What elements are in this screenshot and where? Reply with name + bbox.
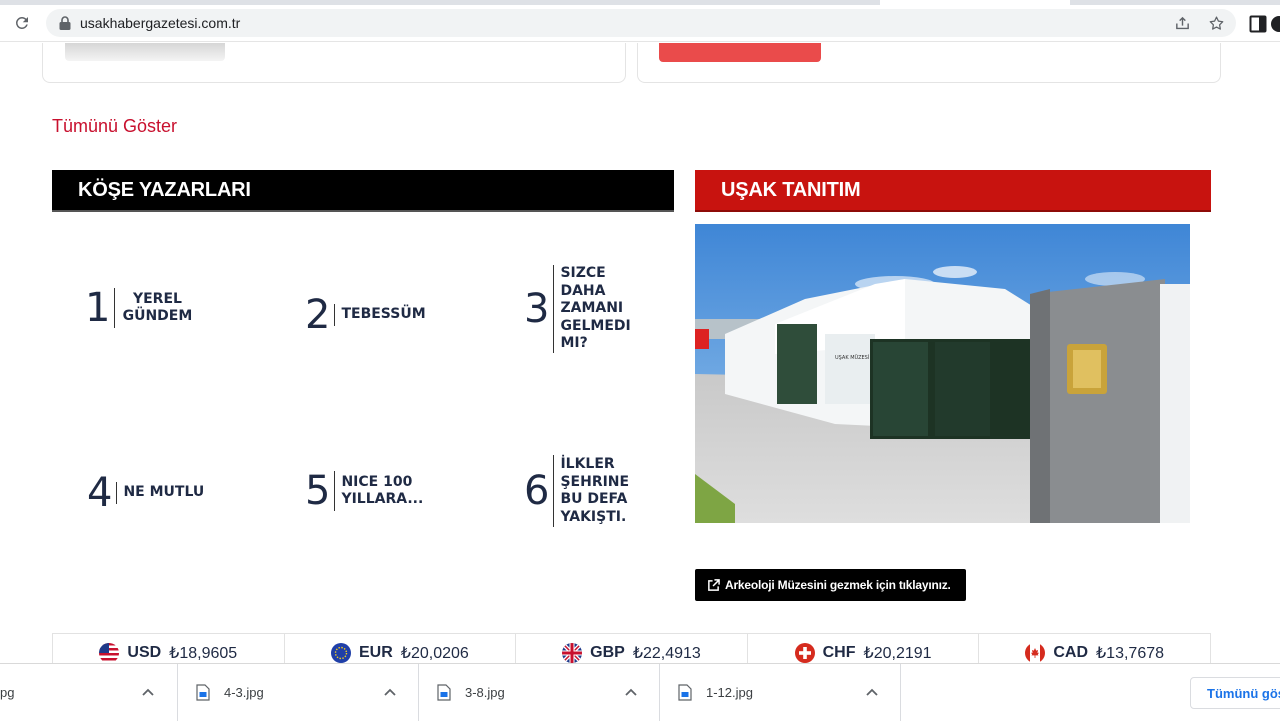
browser-toolbar: usakhabergazetesi.com.tr — [0, 5, 1280, 42]
lock-icon — [59, 16, 71, 30]
currency-gbp: GBP ₺22,4913 — [516, 634, 748, 663]
columnist-title[interactable]: NE MUTLU — [123, 484, 204, 502]
currency-code: CHF — [822, 644, 856, 661]
news-card-image[interactable] — [659, 43, 821, 62]
currency-bar: USD ₺18,9605 EUR ₺20,0206 GBP ₺22,4913 C… — [52, 633, 1211, 663]
download-filename: 4-3.jpg — [224, 685, 264, 700]
columnist-number: 6 — [524, 468, 550, 514]
divider — [553, 265, 555, 353]
uk-flag-icon — [562, 643, 583, 663]
divider — [116, 482, 118, 504]
download-filename: 3-8.jpg — [465, 685, 505, 700]
columnists-header: KÖŞE YAZARLARI — [52, 170, 674, 212]
chevron-up-icon[interactable] — [623, 685, 639, 701]
page-content: Tümünü Göster KÖŞE YAZARLARI UŞAK TANITI… — [0, 43, 1280, 663]
reload-icon[interactable] — [11, 12, 33, 34]
divider — [334, 471, 336, 511]
columnist-item-2[interactable]: 2 TEBESSÜM — [305, 295, 426, 335]
show-all-link[interactable]: Tümünü Göster — [52, 116, 177, 137]
url-text: usakhabergazetesi.com.tr — [80, 15, 241, 31]
currency-value: ₺13,7678 — [1096, 645, 1165, 662]
museum-photo[interactable]: UŞAK MÜZESİ — [695, 224, 1190, 523]
columnist-item-4[interactable]: 4 NE MUTLU — [87, 473, 204, 513]
columnist-title[interactable]: YEREL GÜNDEM — [121, 291, 193, 326]
divider — [334, 304, 336, 326]
currency-code: EUR — [358, 644, 393, 661]
promo-header: UŞAK TANITIM — [695, 170, 1211, 212]
news-card-image[interactable] — [65, 43, 225, 61]
divider — [114, 288, 116, 328]
currency-code: GBP — [590, 644, 625, 661]
currency-value: ₺20,2191 — [863, 645, 932, 662]
currency-code: CAD — [1053, 644, 1088, 661]
columnist-item-5[interactable]: 5 NICE 100 YILLARA... — [305, 468, 423, 514]
news-card[interactable] — [42, 43, 626, 83]
ca-flag-icon — [1025, 643, 1046, 663]
museum-tour-label: Arkeoloji Müzesini gezmek için tıklayını… — [725, 578, 951, 592]
show-all-downloads-button[interactable]: Tümünü göst — [1190, 677, 1280, 709]
download-filename: pg — [0, 685, 15, 700]
columnist-title[interactable]: SIZCE DAHA ZAMANI GELMEDI MI? — [560, 265, 630, 353]
columnist-number: 3 — [524, 286, 550, 332]
columnist-title[interactable]: TEBESSÜM — [341, 306, 425, 324]
download-shelf: pg 4-3.jpg 3-8.jpg 1-12.jpg Tümünü göst — [0, 663, 1280, 721]
bookmark-star-icon[interactable] — [1206, 13, 1226, 33]
download-item[interactable]: 1-12.jpg — [660, 664, 901, 721]
us-flag-icon — [99, 643, 120, 663]
image-file-icon — [678, 684, 692, 701]
currency-cad: CAD ₺13,7678 — [979, 634, 1210, 663]
currency-value: ₺20,0206 — [400, 645, 469, 662]
download-item[interactable]: 3-8.jpg — [419, 664, 660, 721]
museum-tour-button[interactable]: Arkeoloji Müzesini gezmek için tıklayını… — [695, 569, 966, 601]
columnist-item-3[interactable]: 3 SIZCE DAHA ZAMANI GELMEDI MI? — [524, 265, 631, 353]
columnist-title[interactable]: İLKLER ŞEHRINE BU DEFA YAKIŞTI. — [560, 456, 632, 526]
museum-sign: UŞAK MÜZESİ — [835, 354, 869, 361]
news-card[interactable] — [637, 43, 1221, 83]
eu-flag-icon — [330, 643, 351, 663]
side-panel-icon[interactable] — [1249, 15, 1267, 33]
columnist-item-1[interactable]: 1 YEREL GÜNDEM — [85, 288, 193, 328]
ch-flag-icon — [794, 643, 815, 663]
image-file-icon — [196, 684, 210, 701]
profile-icon[interactable] — [1270, 15, 1280, 33]
address-bar[interactable]: usakhabergazetesi.com.tr — [46, 9, 1236, 37]
currency-value: ₺18,9605 — [169, 645, 238, 662]
chevron-up-icon[interactable] — [382, 685, 398, 701]
download-filename: 1-12.jpg — [706, 685, 753, 700]
external-link-icon — [708, 578, 720, 591]
columnist-number: 5 — [305, 468, 331, 514]
chevron-up-icon[interactable] — [864, 685, 880, 701]
columnist-number: 4 — [87, 470, 113, 516]
currency-chf: CHF ₺20,2191 — [748, 634, 980, 663]
columnist-number: 2 — [305, 292, 331, 338]
currency-code: USD — [127, 644, 162, 661]
share-icon[interactable] — [1172, 13, 1192, 33]
image-file-icon — [437, 684, 451, 701]
currency-usd: USD ₺18,9605 — [53, 634, 285, 663]
columnist-number: 1 — [85, 285, 111, 331]
currency-eur: EUR ₺20,0206 — [285, 634, 517, 663]
divider — [553, 455, 555, 527]
download-item[interactable]: pg — [0, 664, 178, 721]
columnist-title[interactable]: NICE 100 YILLARA... — [341, 474, 423, 509]
currency-value: ₺22,4913 — [632, 645, 701, 662]
columnist-item-6[interactable]: 6 İLKLER ŞEHRINE BU DEFA YAKIŞTI. — [524, 455, 632, 527]
chevron-up-icon[interactable] — [140, 685, 156, 701]
download-item[interactable]: 4-3.jpg — [178, 664, 419, 721]
